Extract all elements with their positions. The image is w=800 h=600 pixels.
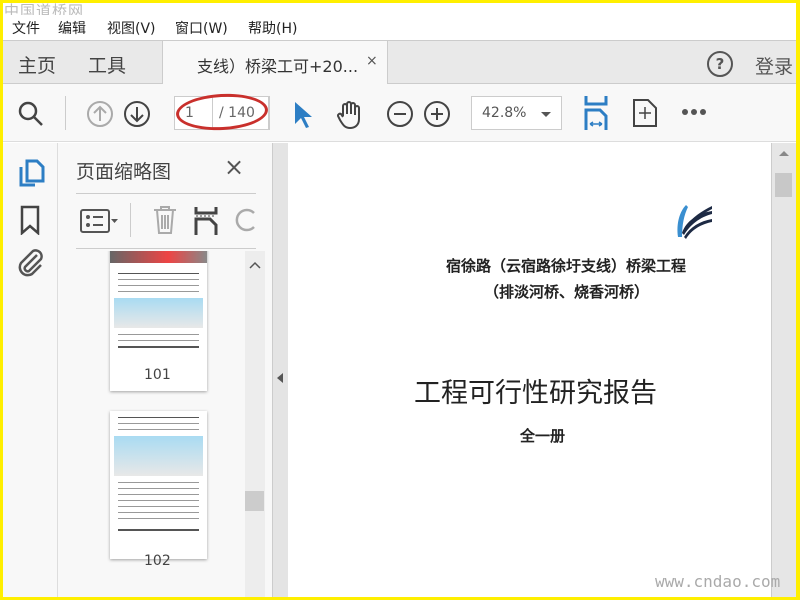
bookmarks-icon[interactable] [19,205,41,235]
zoom-in-icon[interactable] [423,100,451,128]
close-panel-icon[interactable]: × [224,153,244,181]
more-options-icon[interactable] [681,108,707,116]
scroll-up-icon[interactable] [779,151,789,156]
tab-document-title: 支线）桥梁工可+20... [197,57,359,76]
document-project-name: 宿徐路（云宿路徐圩支线）桥梁工程 [446,257,687,275]
next-page-icon[interactable] [123,100,151,128]
tab-bar: 主页 工具 支线）桥梁工可+20... × ? 登录 [3,40,796,84]
document-volume: 全一册 [520,427,566,445]
document-scrollbar[interactable] [771,143,796,600]
fit-width-icon[interactable] [584,96,608,130]
divider [65,96,66,130]
fit-page-icon[interactable] [632,98,658,128]
document-logo [677,205,712,239]
thumbnails-panel: 页面缩略图 × 101 102 [58,143,272,600]
left-icon-rail [3,143,58,600]
page-thumbnails-icon[interactable] [17,159,45,189]
previous-page-icon[interactable] [86,100,114,128]
tab-tools[interactable]: 工具 [88,51,126,78]
divider [76,248,256,249]
divider [130,203,131,237]
thumbnail-label: 101 [144,367,171,383]
help-icon[interactable]: ? [707,51,733,77]
extract-page-icon[interactable] [194,207,218,235]
scroll-up-icon[interactable] [249,261,261,269]
delete-page-icon[interactable] [152,205,178,235]
thumbnail-label: 102 [144,553,171,569]
menu-bar: 文件 编辑 视图(V) 窗口(W) 帮助(H) [3,15,796,40]
scrollbar-thumb[interactable] [245,491,264,511]
zoom-level-dropdown[interactable]: 42.8% [471,96,562,130]
toolbar: 1 / 140 42.8% [3,84,796,142]
thumbnail-list: 101 102 [58,251,246,600]
select-cursor-icon[interactable] [291,100,315,130]
collapse-panel-button[interactable] [272,143,288,600]
scrollbar-thumb[interactable] [775,173,792,197]
divider [76,193,256,194]
page-thumbnail[interactable] [110,411,207,559]
login-button[interactable]: 登录 [755,52,793,79]
panel-title: 页面缩略图 [76,161,172,183]
tab-home[interactable]: 主页 [18,51,56,78]
attachments-icon[interactable] [15,247,45,277]
document-view: 宿徐路（云宿路徐圩支线）桥梁工程 （排淡河桥、烧香河桥） 工程可行性研究报告 全… [288,143,771,600]
close-tab-icon[interactable]: × [366,53,378,69]
tab-document[interactable]: 支线）桥梁工可+20... × [162,41,388,84]
menu-file[interactable]: 文件 [12,18,40,38]
zoom-level-value: 42.8% [482,105,527,121]
chevron-down-icon [541,112,551,117]
menu-view[interactable]: 视图(V) [107,18,156,38]
thumbnail-options-icon[interactable] [80,207,120,235]
zoom-out-icon[interactable] [386,100,414,128]
menu-window[interactable]: 窗口(W) [175,18,228,38]
hand-tool-icon[interactable] [335,100,365,130]
thumbnail-scrollbar[interactable] [245,251,265,600]
menu-edit[interactable]: 编辑 [58,18,86,38]
watermark-url: www.cndao.com [655,572,781,591]
divider [269,96,270,130]
caret-left-icon [277,373,283,383]
rotate-page-icon[interactable] [234,207,256,235]
search-icon[interactable] [17,100,45,128]
menu-help[interactable]: 帮助(H) [248,18,297,38]
document-subtitle: （排淡河桥、烧香河桥） [484,283,650,301]
document-title: 工程可行性研究报告 [414,378,657,409]
